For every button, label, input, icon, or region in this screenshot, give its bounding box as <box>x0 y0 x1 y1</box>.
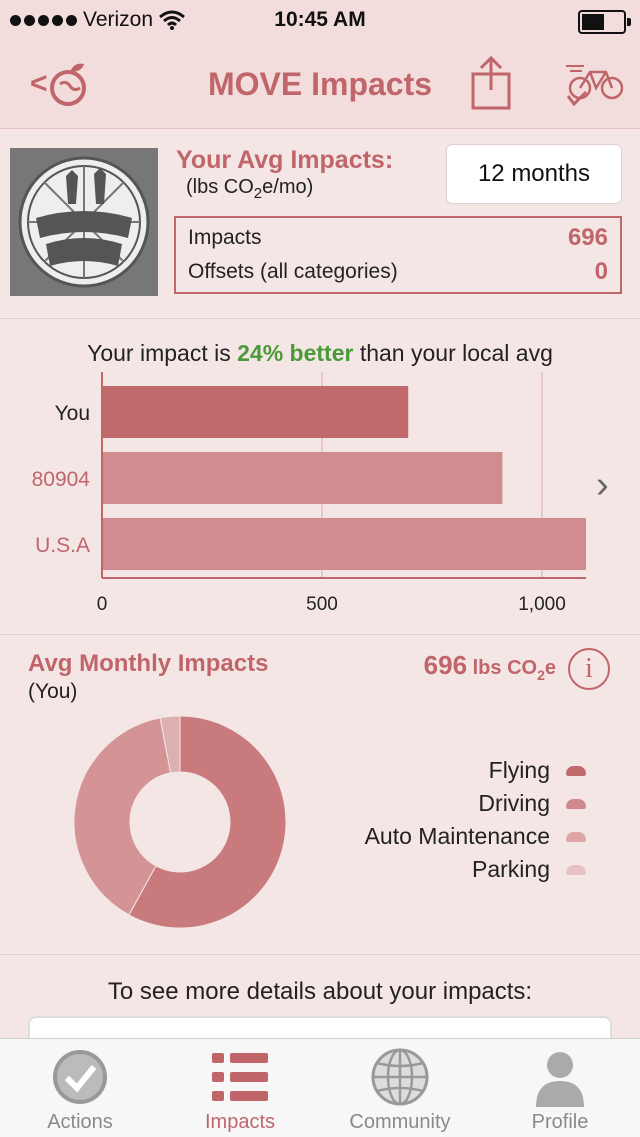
bar-you <box>102 386 409 438</box>
comparison-section: Your impact is 24% better than your loca… <box>0 318 640 635</box>
breakdown-title: Avg Monthly Impacts <box>28 650 269 677</box>
clock: 10:45 AM <box>274 8 366 31</box>
bicycle-check-icon <box>566 65 624 107</box>
status-bar: Verizon 10:45 AM <box>0 0 640 40</box>
category-label: You <box>55 402 90 425</box>
chevron-right-icon[interactable]: › <box>596 464 609 507</box>
person-icon <box>536 1052 584 1107</box>
breakdown-section: Avg Monthly Impacts (You) 696 lbs CO2e i… <box>0 634 640 955</box>
category-label: U.S.A <box>35 534 90 557</box>
legend-swatch <box>566 765 586 776</box>
tab-actions[interactable]: Actions <box>0 1039 160 1137</box>
period-selector[interactable]: 12 months <box>446 144 622 204</box>
impacts-row: Impacts 696 <box>188 222 608 254</box>
summary-section: Your Avg Impacts: (lbs CO2e/mo) 12 month… <box>0 128 640 319</box>
legend-swatch <box>566 798 586 809</box>
x-tick-label: 500 <box>306 594 338 615</box>
legend-item: Parking <box>365 853 586 886</box>
checkmark-icon <box>53 1050 107 1104</box>
x-tick-label: 0 <box>97 594 108 615</box>
impacts-label: Impacts <box>188 226 262 249</box>
page-title: MOVE Impacts <box>207 66 433 102</box>
navigation-bar: < MOVE Impacts <box>0 40 640 129</box>
impact-summary-box: Impacts 696 Offsets (all categories) 0 <box>174 216 622 294</box>
legend-item: Flying <box>365 754 586 787</box>
climate-hero-badge <box>10 148 158 296</box>
bar-80904 <box>102 452 503 504</box>
breakdown-donut-chart <box>73 715 287 929</box>
battery-icon <box>578 10 631 34</box>
impacts-value: 696 <box>567 224 608 251</box>
offsets-value: 0 <box>594 258 608 285</box>
globe-icon <box>371 1048 429 1106</box>
offsets-row: Offsets (all categories) 0 <box>188 256 608 288</box>
comparison-bar-chart: 0 500 1,000 You 80904 U.S.A <box>32 372 586 615</box>
tab-community[interactable]: Community <box>320 1039 480 1137</box>
more-details-section: To see more details about your impacts: <box>0 954 640 1076</box>
x-tick-label: 1,000 <box>518 594 566 615</box>
share-button[interactable] <box>470 55 512 117</box>
tab-impacts[interactable]: Impacts <box>160 1039 320 1137</box>
legend-item: Driving <box>365 787 586 820</box>
legend-swatch <box>566 864 586 875</box>
breakdown-total: 696 lbs CO2e <box>423 650 556 684</box>
breakdown-subtitle: (You) <box>28 680 78 703</box>
avg-impacts-heading: Your Avg Impacts: <box>176 146 394 174</box>
legend-item: Auto Maintenance <box>365 820 586 853</box>
units-label: (lbs CO2e/mo) <box>186 176 314 202</box>
bike-check-button[interactable] <box>566 62 628 111</box>
legend-swatch <box>566 831 586 842</box>
tab-profile[interactable]: Profile <box>480 1039 640 1137</box>
more-details-text: To see more details about your impacts: <box>107 978 533 1005</box>
share-icon <box>471 55 511 110</box>
breakdown-legend: Flying Driving Auto Maintenance Parking <box>365 754 586 886</box>
bar-usa <box>102 518 586 570</box>
info-icon[interactable]: i <box>568 648 610 690</box>
offsets-label: Offsets (all categories) <box>188 260 398 283</box>
list-icon <box>212 1053 268 1101</box>
tab-bar: Actions Impacts Community Profile <box>0 1038 640 1137</box>
category-label: 80904 <box>32 468 91 491</box>
